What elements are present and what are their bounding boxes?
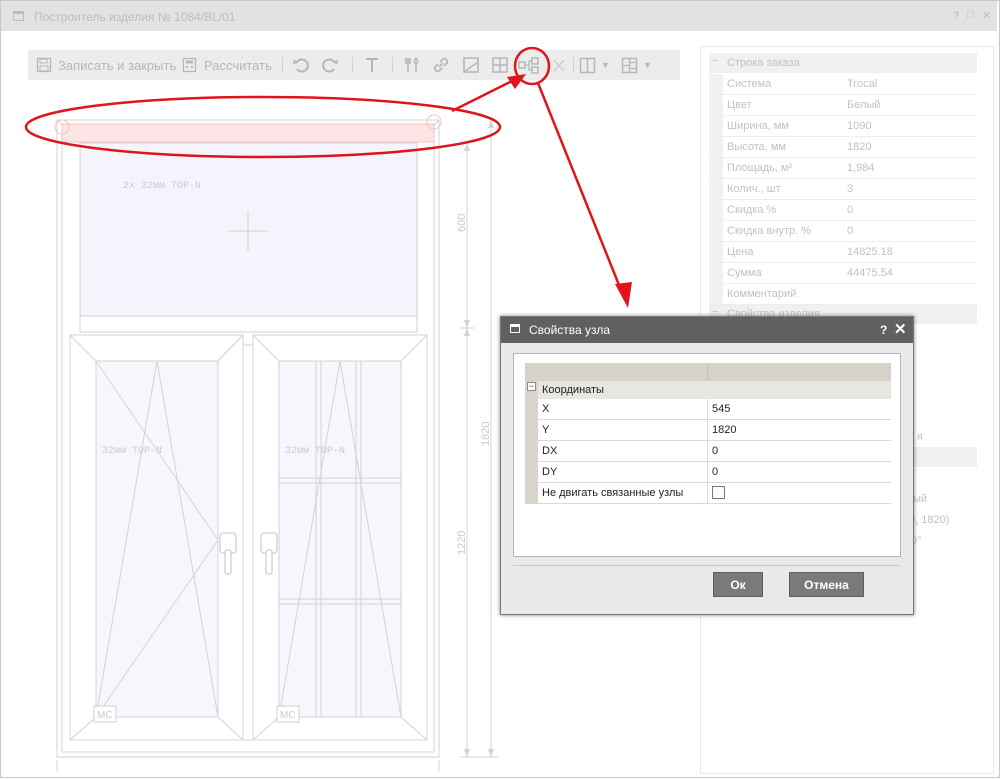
coordinate-value-input[interactable]: 1820 <box>712 424 736 436</box>
coordinate-row-x[interactable]: X 545 <box>525 399 891 420</box>
coordinate-value-input[interactable]: 545 <box>712 403 730 415</box>
collapse-icon[interactable]: − <box>527 382 536 391</box>
row-no-move-linked[interactable]: Не двигать связанные узлы <box>525 483 891 504</box>
grid-gutter <box>525 462 538 483</box>
coordinate-row-y[interactable]: Y 1820 <box>525 420 891 441</box>
grid-column-divider <box>707 441 708 462</box>
node-properties-dialog: Свойства узла ? ✕ − Координаты Не двигат… <box>500 316 914 615</box>
dialog-titlebar[interactable]: Свойства узла ? ✕ <box>501 317 913 343</box>
window-icon <box>510 324 520 333</box>
coordinate-label: X <box>542 403 550 415</box>
grid-column-divider <box>707 483 708 504</box>
grid-column-divider <box>707 399 708 420</box>
no-move-linked-checkbox[interactable] <box>712 486 725 499</box>
no-move-linked-label: Не двигать связанные узлы <box>542 487 684 499</box>
grid-column-divider <box>707 363 708 381</box>
coordinate-value-input[interactable]: 0 <box>712 466 718 478</box>
close-icon[interactable]: ✕ <box>894 320 907 338</box>
grid-column-divider <box>707 420 708 441</box>
coordinate-value-input[interactable]: 0 <box>712 445 718 457</box>
grid-gutter <box>525 441 538 462</box>
help-icon[interactable]: ? <box>880 323 887 337</box>
ok-button[interactable]: Ок <box>713 572 763 597</box>
dialog-divider <box>513 565 899 566</box>
grid-column-divider <box>707 462 708 483</box>
cancel-button[interactable]: Отмена <box>789 572 864 597</box>
property-grid: − Координаты Не двигать связанные узлы X… <box>513 353 901 557</box>
coordinate-label: Y <box>542 424 550 436</box>
group-coordinates-label: Координаты <box>542 384 604 396</box>
dialog-title: Свойства узла <box>529 323 611 337</box>
grid-gutter <box>525 483 538 504</box>
coordinate-label: DX <box>542 445 558 457</box>
coordinate-label: DY <box>542 466 558 478</box>
coordinate-row-dx[interactable]: DX 0 <box>525 441 891 462</box>
grid-gutter <box>525 399 538 420</box>
grid-gutter <box>525 420 538 441</box>
coordinate-row-dy[interactable]: DY 0 <box>525 462 891 483</box>
group-coordinates-row[interactable]: − Координаты <box>525 381 891 399</box>
grid-header <box>525 363 891 381</box>
